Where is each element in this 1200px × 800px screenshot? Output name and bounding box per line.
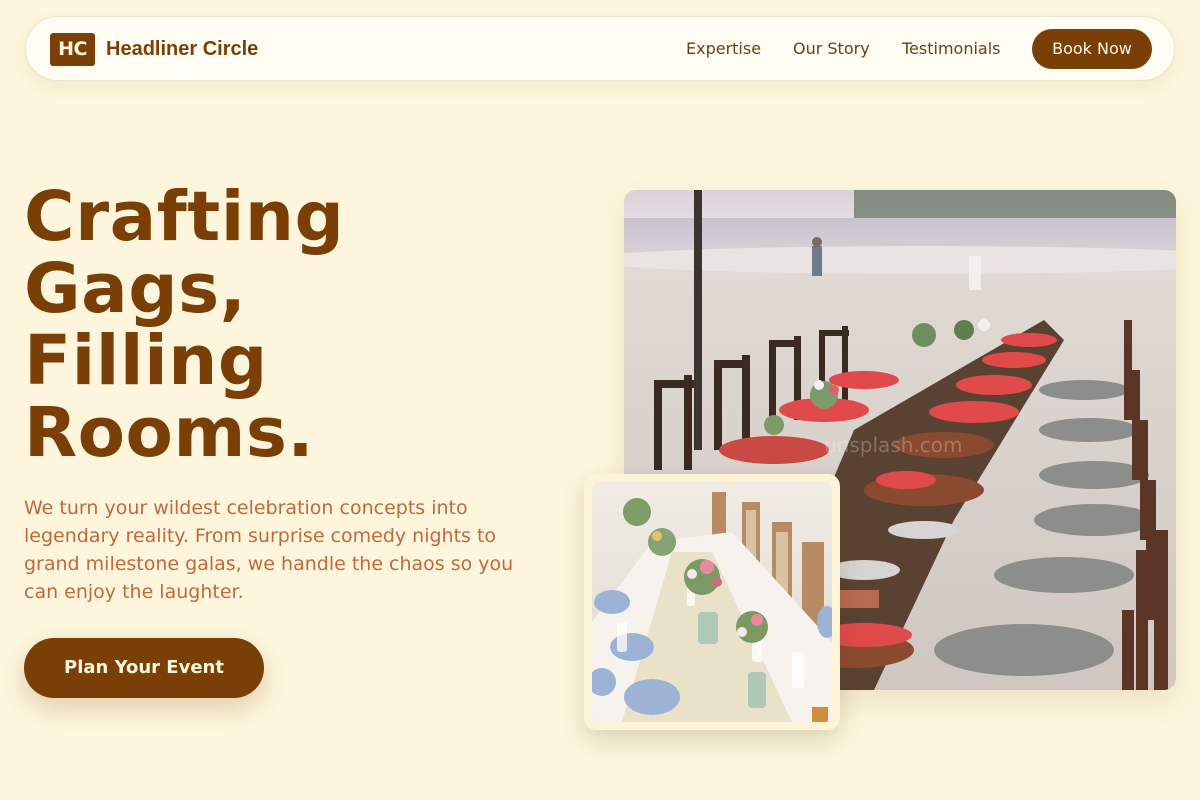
brand-name[interactable]: Headliner Circle xyxy=(106,37,258,62)
plan-your-event-button[interactable]: Plan Your Event xyxy=(24,638,264,698)
nav-link-expertise[interactable]: Expertise xyxy=(686,39,761,59)
table-flowers-photo xyxy=(592,482,832,722)
nav-link-testimonials[interactable]: Testimonials xyxy=(902,39,1001,59)
hero-title: Crafting Gags, Filling Rooms. xyxy=(24,181,484,469)
hero-description: We turn your wildest celebration concept… xyxy=(24,497,514,603)
nav-link-our-story[interactable]: Our Story xyxy=(793,39,870,59)
book-now-button[interactable]: Book Now xyxy=(1032,29,1152,69)
hero-title-line: Crafting xyxy=(24,177,345,257)
logo-badge[interactable]: HC xyxy=(50,33,95,66)
hero-title-line: Gags, xyxy=(24,249,247,329)
photo-frame xyxy=(584,474,840,730)
site-header: HC Headliner Circle Expertise Our Story … xyxy=(25,16,1175,81)
svg-text:unsplash.com: unsplash.com xyxy=(824,433,962,457)
hero-title-line: Filling xyxy=(24,321,268,401)
hero-title-line: Rooms. xyxy=(24,393,315,473)
